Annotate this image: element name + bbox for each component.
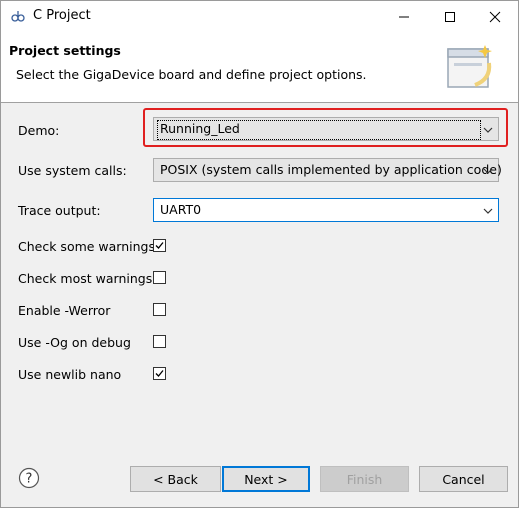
enable-werror-checkbox[interactable] xyxy=(153,303,166,316)
minimize-icon xyxy=(399,16,409,17)
check-some-warnings-label: Check some warnings xyxy=(18,239,155,254)
maximize-button[interactable] xyxy=(427,1,473,32)
trace-label: Trace output: xyxy=(18,203,101,218)
check-most-warnings-label: Check most warnings xyxy=(18,271,153,286)
page-title: Project settings xyxy=(9,43,121,58)
demo-highlight-box xyxy=(143,108,508,147)
help-icon[interactable]: ? xyxy=(18,467,40,489)
page-description: Select the GigaDevice board and define p… xyxy=(16,67,367,82)
close-icon xyxy=(489,11,501,22)
demo-label: Demo: xyxy=(18,123,60,138)
new-project-wizard-icon xyxy=(447,45,492,88)
trace-select[interactable]: UART0 xyxy=(153,198,499,222)
title-bar: C Project xyxy=(1,1,518,32)
chevron-down-icon xyxy=(483,208,493,214)
checkmark-icon xyxy=(155,370,164,377)
check-some-warnings-checkbox[interactable] xyxy=(153,239,166,252)
trace-select-value: UART0 xyxy=(160,202,202,217)
syscalls-label: Use system calls: xyxy=(18,163,127,178)
cancel-button[interactable]: Cancel xyxy=(419,466,508,492)
eclipse-cdt-icon xyxy=(11,11,25,22)
use-og-debug-label: Use -Og on debug xyxy=(18,335,131,350)
svg-text:?: ? xyxy=(26,472,33,487)
next-button[interactable]: Next > xyxy=(222,466,310,492)
wizard-header: Project settings Select the GigaDevice b… xyxy=(1,32,518,103)
close-button[interactable] xyxy=(472,1,518,32)
finish-button[interactable]: Finish xyxy=(320,466,409,492)
use-newlib-nano-label: Use newlib nano xyxy=(18,367,122,382)
check-most-warnings-checkbox[interactable] xyxy=(153,271,166,284)
checkmark-icon xyxy=(155,242,164,249)
syscalls-select[interactable]: POSIX (system calls implemented by appli… xyxy=(153,158,502,182)
chevron-down-icon xyxy=(483,168,493,174)
use-og-debug-checkbox[interactable] xyxy=(153,335,166,348)
syscalls-select-value: POSIX (system calls implemented by appli… xyxy=(160,162,502,177)
maximize-icon xyxy=(445,11,455,22)
use-newlib-nano-checkbox[interactable] xyxy=(153,367,166,380)
enable-werror-label: Enable -Werror xyxy=(18,303,111,318)
back-button[interactable]: < Back xyxy=(130,466,221,492)
project-wizard-dialog: C Project Project settings Select the Gi… xyxy=(0,0,519,508)
minimize-button[interactable] xyxy=(381,1,427,32)
window-title: C Project xyxy=(33,8,91,23)
